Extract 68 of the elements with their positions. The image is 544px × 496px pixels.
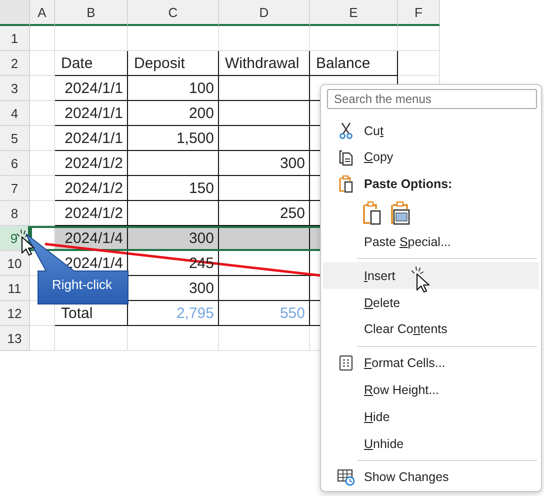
row-header[interactable]: 11 (0, 276, 30, 301)
row-header[interactable]: 13 (0, 326, 30, 351)
menu-item[interactable]: Unhide (323, 430, 539, 458)
grid-cell (30, 51, 55, 76)
row-header[interactable]: 2 (0, 51, 30, 76)
table-cell: 250 (219, 201, 310, 226)
menu-item[interactable]: Delete (323, 289, 539, 316)
table-cell: 300 (219, 151, 310, 176)
column-header[interactable]: E (310, 0, 398, 26)
paste-picture-icon[interactable] (390, 201, 410, 226)
table-cell: 150 (128, 176, 219, 201)
grid-cell (30, 101, 55, 126)
scissors-icon (338, 122, 354, 140)
menu-item[interactable]: Copy (323, 144, 539, 171)
table-cell: 2024/1/1 (55, 76, 128, 101)
row-header[interactable]: 5 (0, 126, 30, 151)
format-cells-icon (338, 355, 352, 372)
menu-item[interactable]: Row Height... (323, 376, 539, 404)
column-header[interactable]: A (30, 0, 55, 26)
grid-cell (30, 26, 55, 51)
column-header[interactable]: D (219, 0, 310, 26)
table-cell: 200 (128, 101, 219, 126)
menu-heading: Paste Options: (323, 170, 539, 198)
table-cell: 100 (128, 76, 219, 101)
row-header[interactable]: 10 (0, 251, 30, 276)
paste-icon[interactable] (362, 201, 382, 226)
table-cell: Withdrawal (219, 51, 310, 76)
row-header[interactable]: 6 (0, 151, 30, 176)
table-cell: 2024/1/2 (55, 201, 128, 226)
row-header[interactable]: 1 (0, 26, 30, 51)
menu-item[interactable]: Insert (323, 262, 539, 290)
table-cell: 1,500 (128, 126, 219, 151)
grid-cell (30, 326, 55, 351)
callout-label: Right-click (52, 277, 112, 292)
search-field[interactable]: Search the menus (327, 89, 537, 110)
column-header[interactable]: C (128, 0, 219, 26)
grid-cell (30, 151, 55, 176)
grid-cell (30, 176, 55, 201)
row-header[interactable]: 12 (0, 301, 30, 326)
table-cell: Date (55, 51, 128, 76)
column-header[interactable]: B (55, 0, 128, 26)
table-cell: 2024/1/1 (55, 101, 128, 126)
menu-item[interactable]: Show Changes (323, 464, 539, 491)
show-changes-icon (336, 468, 354, 486)
table-cell: Balance (310, 51, 398, 76)
click-cursor-icon (409, 264, 432, 293)
table-cell: 2024/1/1 (55, 126, 128, 151)
grid-cell (30, 126, 55, 151)
table-cell: 2024/1/2 (55, 151, 128, 176)
clipboard-icon (338, 175, 354, 194)
row-header[interactable]: 4 (0, 101, 30, 126)
row-header[interactable]: 3 (0, 76, 30, 101)
grid-cell (30, 201, 55, 226)
table-cell: Deposit (128, 51, 219, 76)
table-cell: 2,795 (128, 301, 219, 326)
menu-item[interactable]: Clear Contents (323, 316, 539, 343)
menu-item[interactable]: Cut (323, 117, 539, 144)
row-header[interactable]: 7 (0, 176, 30, 201)
menu-item[interactable]: Format Cells... (323, 350, 539, 377)
table-cell: 2024/1/2 (55, 176, 128, 201)
table-cell: 550 (219, 301, 310, 326)
copy-icon (338, 148, 354, 166)
column-header[interactable]: F (398, 0, 440, 26)
select-all-corner[interactable] (0, 0, 30, 26)
grid-cell (30, 76, 55, 101)
row-header[interactable]: 8 (0, 201, 30, 226)
menu-item[interactable]: Hide (323, 403, 539, 430)
grid-cell (398, 26, 440, 51)
